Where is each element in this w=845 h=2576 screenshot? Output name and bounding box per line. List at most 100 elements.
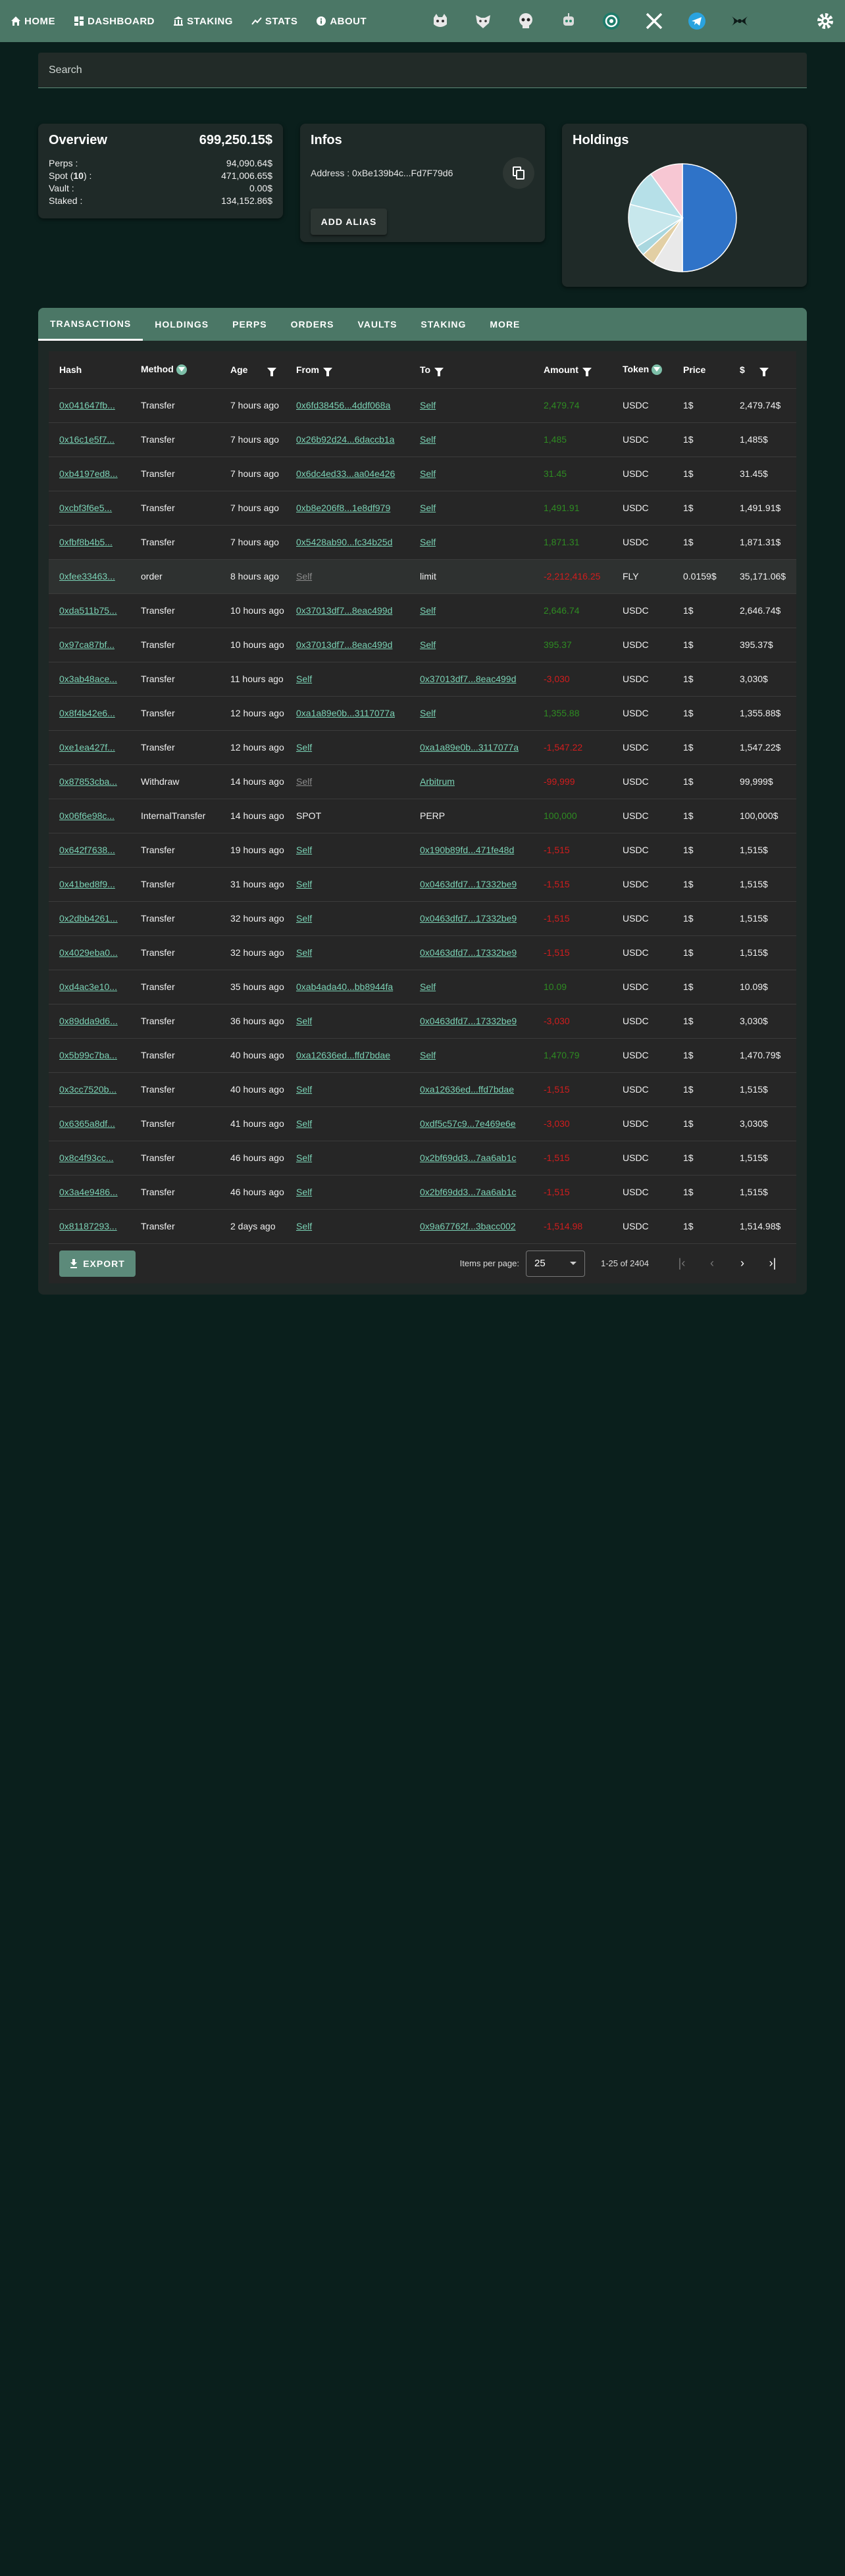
- tx-from[interactable]: 0xab4ada40...bb8944fa: [296, 981, 393, 992]
- table-row[interactable]: 0x2dbb4261... Transfer 32 hours ago Self 0x0…: [49, 901, 796, 936]
- filter-icon[interactable]: [582, 368, 592, 377]
- tx-from[interactable]: 0x5428ab90...fc34b25d: [296, 537, 392, 547]
- wolf-icon[interactable]: [470, 8, 496, 34]
- tx-hash-link[interactable]: 0x81187293...: [59, 1221, 117, 1231]
- settings-button[interactable]: [816, 12, 834, 30]
- tx-from[interactable]: 0xa1a89e0b...3117077a: [296, 708, 395, 718]
- x-icon[interactable]: [641, 8, 667, 34]
- tx-hash-link[interactable]: 0xb4197ed8...: [59, 468, 118, 479]
- col-method[interactable]: Method: [130, 351, 220, 389]
- tab-vaults[interactable]: VAULTS: [346, 308, 409, 341]
- tab-transactions[interactable]: TRANSACTIONS: [38, 308, 143, 341]
- filter-icon[interactable]: [434, 368, 444, 377]
- table-row[interactable]: 0x3cc7520b... Transfer 40 hours ago Self 0xa…: [49, 1072, 796, 1107]
- tx-from[interactable]: Self: [296, 1221, 312, 1231]
- tab-perps[interactable]: PERPS: [220, 308, 278, 341]
- nav-stats[interactable]: STATS: [251, 16, 297, 27]
- tx-to[interactable]: 0x0463dfd7...17332be9: [420, 947, 517, 958]
- tx-from[interactable]: Self: [296, 742, 312, 753]
- tx-from[interactable]: Self: [296, 776, 312, 787]
- tx-hash-link[interactable]: 0x8c4f93cc...: [59, 1152, 114, 1163]
- tx-to[interactable]: 0x0463dfd7...17332be9: [420, 1016, 517, 1026]
- last-page-button[interactable]: ›|: [759, 1251, 786, 1277]
- tx-to[interactable]: Self: [420, 434, 436, 445]
- tx-from[interactable]: Self: [296, 845, 312, 855]
- table-row[interactable]: 0x16c1e5f7... Transfer 7 hours ago 0x26b92d…: [49, 422, 796, 457]
- tx-from[interactable]: Self: [296, 913, 312, 924]
- col-to[interactable]: To: [409, 351, 533, 389]
- tx-hash-link[interactable]: 0x041647fb...: [59, 400, 115, 410]
- filter-icon[interactable]: [323, 368, 332, 377]
- nav-dashboard[interactable]: DASHBOARD: [74, 16, 155, 27]
- table-row[interactable]: 0x3a4e9486... Transfer 46 hours ago Self 0x2…: [49, 1175, 796, 1210]
- table-row[interactable]: 0x8f4b42e6... Transfer 12 hours ago 0xa1a89…: [49, 696, 796, 731]
- skull-icon[interactable]: [513, 8, 539, 34]
- circle-logo-icon[interactable]: [598, 8, 625, 34]
- tx-hash-link[interactable]: 0x8f4b42e6...: [59, 708, 115, 718]
- tx-to[interactable]: 0x190b89fd...471fe48d: [420, 845, 514, 855]
- filter-icon[interactable]: [759, 368, 769, 377]
- tx-from[interactable]: 0x37013df7...8eac499d: [296, 639, 392, 650]
- table-row[interactable]: 0x4029eba0... Transfer 32 hours ago Self 0x0…: [49, 935, 796, 970]
- table-row[interactable]: 0xfbf8b4b5... Transfer 7 hours ago 0x5428ab…: [49, 525, 796, 560]
- table-row[interactable]: 0x89dda9d6... Transfer 36 hours ago Self 0x0…: [49, 1004, 796, 1039]
- tx-hash-link[interactable]: 0x4029eba0...: [59, 947, 118, 958]
- table-row[interactable]: 0xda511b75... Transfer 10 hours ago 0x37013…: [49, 593, 796, 628]
- tx-hash-link[interactable]: 0xd4ac3e10...: [59, 981, 117, 992]
- tx-from[interactable]: Self: [296, 1016, 312, 1026]
- tx-hash-link[interactable]: 0x89dda9d6...: [59, 1016, 118, 1026]
- table-row[interactable]: 0x97ca87bf... Transfer 10 hours ago 0x37013…: [49, 628, 796, 662]
- table-row[interactable]: 0x87853cba... Withdraw 14 hours ago Self Arb…: [49, 764, 796, 799]
- tx-from[interactable]: 0x37013df7...8eac499d: [296, 605, 392, 616]
- tx-to[interactable]: 0x2bf69dd3...7aa6ab1c: [420, 1187, 516, 1197]
- tab-orders[interactable]: ORDERS: [279, 308, 346, 341]
- tx-from[interactable]: 0x26b92d24...6daccb1a: [296, 434, 394, 445]
- table-row[interactable]: 0xfee33463... order 8 hours ago Self limit -2…: [49, 559, 796, 594]
- tx-to[interactable]: 0x9a67762f...3bacc002: [420, 1221, 516, 1231]
- tx-to[interactable]: Self: [420, 537, 436, 547]
- filter-active-icon[interactable]: [652, 364, 663, 376]
- tx-to[interactable]: Self: [420, 708, 436, 718]
- first-page-button[interactable]: |‹: [669, 1251, 695, 1277]
- prev-page-button[interactable]: ‹: [699, 1251, 725, 1277]
- tx-hash-link[interactable]: 0x97ca87bf...: [59, 639, 115, 650]
- tx-to[interactable]: Self: [420, 639, 436, 650]
- tx-to[interactable]: 0x37013df7...8eac499d: [420, 674, 516, 684]
- table-row[interactable]: 0x6365a8df... Transfer 41 hours ago Self 0xd…: [49, 1106, 796, 1141]
- tx-to[interactable]: Self: [420, 1050, 436, 1060]
- filter-icon[interactable]: [267, 368, 277, 377]
- telegram-icon[interactable]: [684, 8, 710, 34]
- next-page-button[interactable]: ›: [729, 1251, 755, 1277]
- table-row[interactable]: 0x642f7638... Transfer 19 hours ago Self 0x1…: [49, 833, 796, 868]
- tx-to[interactable]: Self: [420, 400, 436, 410]
- tx-to[interactable]: Arbitrum: [420, 776, 455, 787]
- robot-icon[interactable]: [555, 8, 582, 34]
- table-row[interactable]: 0xcbf3f6e5... Transfer 7 hours ago 0xb8e206…: [49, 491, 796, 526]
- tx-to[interactable]: 0x2bf69dd3...7aa6ab1c: [420, 1152, 516, 1163]
- tx-hash-link[interactable]: 0x16c1e5f7...: [59, 434, 115, 445]
- tx-from[interactable]: Self: [296, 1187, 312, 1197]
- table-row[interactable]: 0x041647fb... Transfer 7 hours ago 0x6fd384…: [49, 388, 796, 423]
- tx-from[interactable]: 0xb8e206f8...1e8df979: [296, 503, 390, 513]
- items-per-page-select[interactable]: 25: [525, 1250, 585, 1277]
- tab-more[interactable]: MORE: [478, 308, 532, 341]
- tx-from[interactable]: 0xa12636ed...ffd7bdae: [296, 1050, 390, 1060]
- add-alias-button[interactable]: ADD ALIAS: [311, 209, 387, 235]
- tx-to[interactable]: Self: [420, 605, 436, 616]
- tx-hash-link[interactable]: 0x87853cba...: [59, 776, 117, 787]
- tx-from[interactable]: Self: [296, 947, 312, 958]
- table-row[interactable]: 0x5b99c7ba... Transfer 40 hours ago 0xa1263…: [49, 1038, 796, 1073]
- nav-about[interactable]: ABOUT: [316, 16, 367, 27]
- tx-to[interactable]: 0x0463dfd7...17332be9: [420, 913, 517, 924]
- tx-from[interactable]: Self: [296, 674, 312, 684]
- tab-staking[interactable]: STAKING: [409, 308, 478, 341]
- tx-from[interactable]: 0x6fd38456...4ddf068a: [296, 400, 390, 410]
- nav-staking[interactable]: STAKING: [173, 16, 233, 27]
- tx-hash-link[interactable]: 0x3ab48ace...: [59, 674, 117, 684]
- tx-hash-link[interactable]: 0xe1ea427f...: [59, 742, 115, 753]
- table-row[interactable]: 0x41bed8f9... Transfer 31 hours ago Self 0x0…: [49, 867, 796, 902]
- tx-from[interactable]: Self: [296, 1084, 312, 1095]
- tx-hash-link[interactable]: 0x06f6e98c...: [59, 810, 115, 821]
- table-row[interactable]: 0xb4197ed8... Transfer 7 hours ago 0x6dc4ed…: [49, 457, 796, 491]
- tx-from[interactable]: Self: [296, 1152, 312, 1163]
